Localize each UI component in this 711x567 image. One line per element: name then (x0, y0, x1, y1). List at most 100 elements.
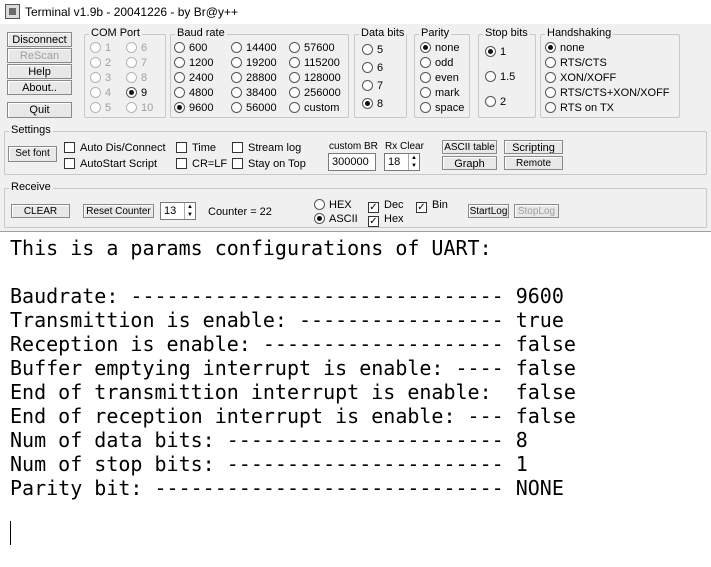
rx-clear-input[interactable]: 18 ▲ ▼ (384, 153, 420, 171)
handshaking-none[interactable]: none (545, 42, 584, 55)
baud-1200[interactable]: 1200 (174, 57, 213, 70)
receive-hex-checkbox[interactable]: ✓ Hex (368, 213, 404, 227)
radio-icon (362, 62, 373, 73)
counter-spinner[interactable]: ▲ ▼ (184, 203, 195, 219)
baud-128000[interactable]: 128000 (289, 72, 341, 85)
handshaking-rts-cts[interactable]: RTS/CTS (545, 57, 607, 70)
radio-icon (545, 87, 556, 98)
terminal-line: End of reception interrupt is enable: --… (10, 404, 576, 428)
checkbox-icon (64, 158, 75, 169)
radio-selected-icon (174, 102, 185, 113)
help-button[interactable]: Help (7, 64, 72, 79)
radio-icon (289, 87, 300, 98)
com-port-4[interactable]: 4 (90, 87, 111, 100)
radio-icon (420, 87, 431, 98)
com-port-5[interactable]: 5 (90, 102, 111, 115)
radio-icon (126, 57, 137, 68)
remote-button[interactable]: Remote (504, 156, 563, 170)
com-port-8[interactable]: 8 (126, 72, 147, 85)
set-font-button[interactable]: Set font (8, 146, 57, 162)
baud-9600[interactable]: 9600 (174, 102, 213, 115)
reset-counter-button[interactable]: Reset Counter (83, 204, 154, 218)
data-bits-5[interactable]: 5 (362, 44, 383, 57)
radio-icon (231, 72, 242, 83)
com-port-6[interactable]: 6 (126, 42, 147, 55)
graph-button[interactable]: Graph (442, 156, 497, 170)
about-button[interactable]: About.. (7, 80, 72, 95)
scripting-button[interactable]: Scripting (504, 140, 563, 154)
rx-clear-value: 18 (388, 156, 401, 168)
baud-38400[interactable]: 38400 (231, 87, 277, 100)
radio-selected-icon (420, 42, 431, 53)
autostart-script-checkbox[interactable]: AutoStart Script (64, 158, 157, 171)
baud-256000[interactable]: 256000 (289, 87, 341, 100)
parity-odd[interactable]: odd (420, 57, 453, 70)
parity-even[interactable]: even (420, 72, 459, 85)
counter-spin-input[interactable]: 13 ▲ ▼ (160, 202, 196, 220)
parity-mark[interactable]: mark (420, 87, 459, 100)
auto-dis-connect-checkbox[interactable]: Auto Dis/Connect (64, 142, 166, 155)
baud-56000[interactable]: 56000 (231, 102, 277, 115)
radio-icon (289, 42, 300, 53)
handshaking-title: Handshaking (545, 27, 614, 40)
parity-space[interactable]: space (420, 102, 464, 115)
com-port-1[interactable]: 1 (90, 42, 111, 55)
radio-icon (289, 57, 300, 68)
rx-clear-label: Rx Clear (385, 141, 424, 152)
receive-dec-checkbox[interactable]: ✓ Dec (368, 199, 404, 213)
stay-on-top-checkbox[interactable]: Stay on Top (232, 158, 306, 171)
com-port-2[interactable]: 2 (90, 57, 111, 70)
baud-57600[interactable]: 57600 (289, 42, 335, 55)
radio-icon (485, 71, 496, 82)
radio-selected-icon (126, 87, 137, 98)
radio-icon (126, 102, 137, 113)
radio-icon (126, 72, 137, 83)
radio-icon (545, 102, 556, 113)
receive-hex-radio[interactable]: HEX (314, 199, 352, 212)
handshaking-xon-xoff[interactable]: XON/XOFF (545, 72, 616, 85)
radio-icon (420, 102, 431, 113)
stop-bits-1-5[interactable]: 1.5 (485, 71, 515, 84)
ascii-table-button[interactable]: ASCII table (442, 140, 497, 154)
custom-br-input[interactable]: 300000 (328, 153, 376, 171)
baud-19200[interactable]: 19200 (231, 57, 277, 70)
handshaking-rts-on-tx[interactable]: RTS on TX (545, 102, 614, 115)
quit-button[interactable]: Quit (7, 102, 72, 118)
radio-icon (545, 57, 556, 68)
baud-28800[interactable]: 28800 (231, 72, 277, 85)
disconnect-button[interactable]: Disconnect (7, 32, 72, 47)
stop-bits-2[interactable]: 2 (485, 96, 506, 109)
com-port-9[interactable]: 9 (126, 87, 147, 100)
terminal-line: Transmittion is enable: ----------------… (10, 308, 564, 332)
data-bits-8[interactable]: 8 (362, 98, 383, 111)
cr-lf-checkbox[interactable]: CR=LF (176, 158, 227, 171)
com-port-7[interactable]: 7 (126, 57, 147, 70)
radio-icon (420, 57, 431, 68)
stop-bits-1[interactable]: 1 (485, 46, 506, 59)
rescan-button[interactable]: ReScan (7, 48, 72, 63)
com-port-10[interactable]: 10 (126, 102, 153, 115)
radio-selected-icon (545, 42, 556, 53)
radio-selected-icon (485, 46, 496, 57)
data-bits-7[interactable]: 7 (362, 80, 383, 93)
baud-custom[interactable]: custom (289, 102, 339, 115)
com-port-3[interactable]: 3 (90, 72, 111, 85)
baud-115200[interactable]: 115200 (289, 57, 340, 70)
handshaking-rts-cts-xon-xoff[interactable]: RTS/CTS+XON/XOFF (545, 87, 670, 100)
stop-log-button[interactable]: StopLog (514, 204, 559, 218)
radio-selected-icon (362, 98, 373, 109)
baud-14400[interactable]: 14400 (231, 42, 277, 55)
baud-4800[interactable]: 4800 (174, 87, 213, 100)
start-log-button[interactable]: StartLog (468, 204, 509, 218)
data-bits-6[interactable]: 6 (362, 62, 383, 75)
receive-ascii-radio[interactable]: ASCII (314, 213, 358, 226)
rx-clear-spinner[interactable]: ▲ ▼ (408, 154, 419, 170)
parity-none[interactable]: none (420, 42, 459, 55)
terminal-output[interactable]: This is a params configurations of UART:… (0, 231, 711, 567)
baud-2400[interactable]: 2400 (174, 72, 213, 85)
clear-button[interactable]: CLEAR (11, 204, 70, 218)
time-checkbox[interactable]: Time (176, 142, 216, 155)
stream-log-checkbox[interactable]: Stream log (232, 142, 301, 155)
baud-600[interactable]: 600 (174, 42, 207, 55)
receive-bin-checkbox[interactable]: ✓ Bin (416, 199, 448, 213)
